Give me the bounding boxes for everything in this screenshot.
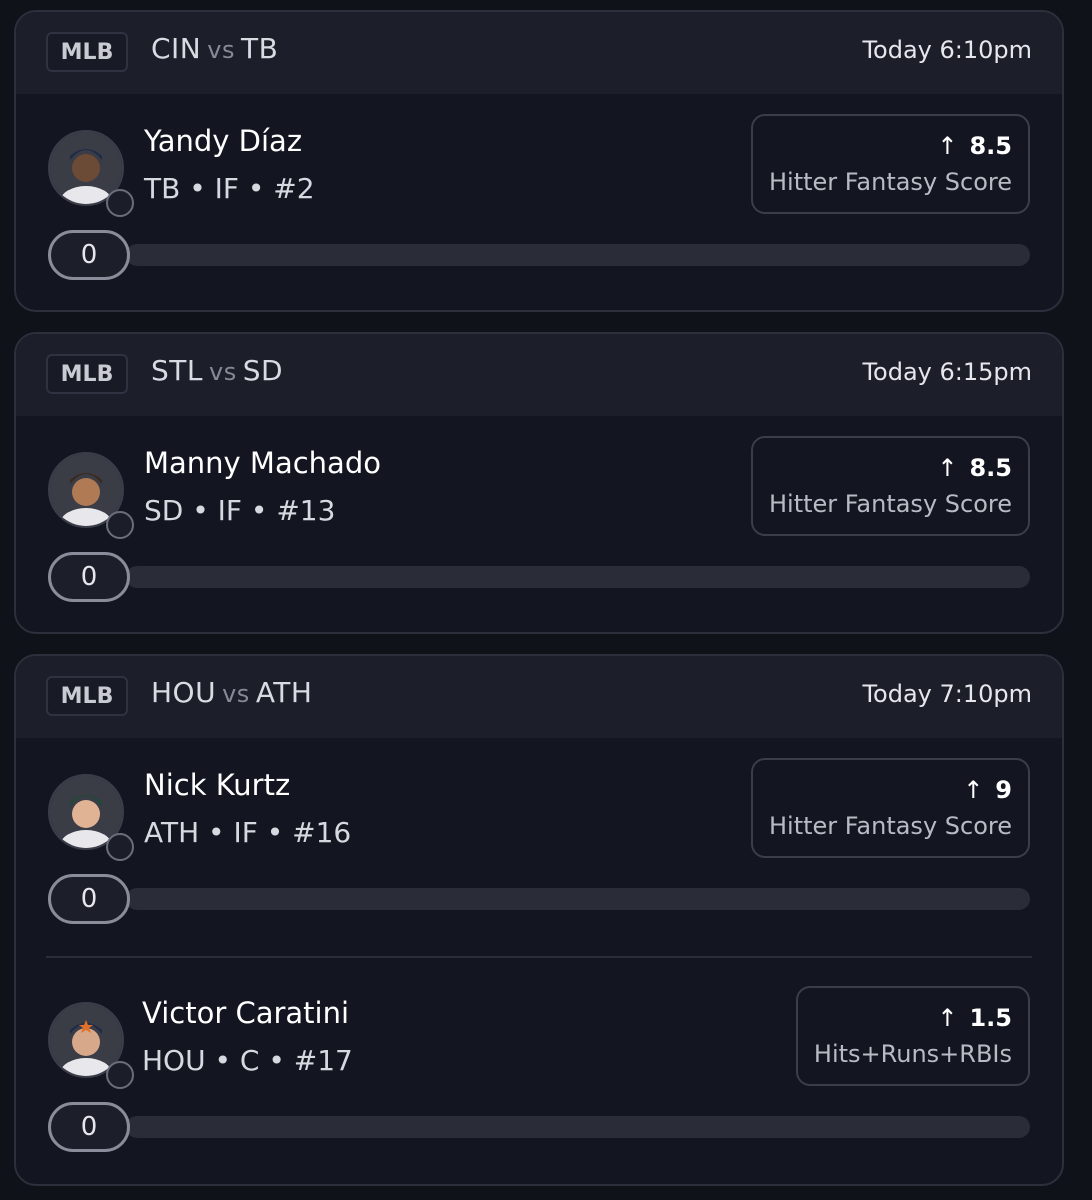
line-value: 9: [995, 776, 1012, 804]
line-value: 8.5: [969, 132, 1012, 160]
pick-row[interactable]: Victor Caratini HOU • C • #17 ↑ 1.5 Hits+…: [46, 956, 1032, 1184]
game-header: MLB CIN vs TB Today 6:10pm: [16, 12, 1062, 94]
progress-value: 0: [48, 1102, 130, 1152]
pick-row[interactable]: Yandy Díaz TB • IF • #2 ↑ 8.5 Hitter Fant…: [16, 94, 1062, 308]
projection-box[interactable]: ↑ 8.5 Hitter Fantasy Score: [751, 114, 1030, 214]
away-team: STL: [151, 354, 203, 387]
player-name: Yandy Díaz: [144, 124, 303, 158]
away-team: HOU: [151, 676, 217, 709]
arrow-up-icon: ↑: [937, 454, 958, 482]
home-team: SD: [242, 354, 284, 387]
progress-track: [126, 888, 1030, 910]
game-card[interactable]: MLB STL vs SD Today 6:15pm Manny Machado S…: [14, 332, 1064, 634]
game-header: MLB HOU vs ATH Today 7:10pm: [16, 656, 1062, 738]
stat-type: Hitter Fantasy Score: [769, 812, 1012, 840]
player-meta: ATH • IF • #16: [144, 816, 352, 849]
progress-value: 0: [48, 230, 130, 280]
matchup: STL vs SD: [151, 354, 283, 387]
progress-track: [126, 566, 1030, 588]
stat-type: Hitter Fantasy Score: [769, 490, 1012, 518]
game-header: MLB STL vs SD Today 6:15pm: [16, 334, 1062, 416]
player-meta: TB • IF • #2: [144, 172, 315, 205]
projection-box[interactable]: ↑ 1.5 Hits+Runs+RBIs: [795, 986, 1030, 1086]
clock-icon: [106, 1061, 134, 1089]
player-name: Victor Caratini: [142, 996, 350, 1030]
clock-icon: [106, 511, 134, 539]
arrow-up-icon: ↑: [937, 132, 958, 160]
league-badge: MLB: [46, 354, 128, 394]
progress-track: [126, 1116, 1030, 1138]
away-team: CIN: [151, 32, 202, 65]
player-meta: HOU • C • #17: [142, 1044, 353, 1077]
stat-type: Hitter Fantasy Score: [769, 168, 1012, 196]
player-meta: SD • IF • #13: [144, 494, 336, 527]
projection-line: ↑ 8.5: [769, 454, 1012, 482]
vs-label: vs: [208, 358, 237, 386]
matchup: HOU vs ATH: [151, 676, 312, 709]
projection-line: ↑ 8.5: [769, 132, 1012, 160]
game-time: Today 6:10pm: [862, 36, 1032, 64]
arrow-up-icon: ↑: [937, 1004, 958, 1032]
progress-value: 0: [48, 552, 130, 602]
stat-type: Hits+Runs+RBIs: [813, 1040, 1012, 1068]
progress-track: [126, 244, 1030, 266]
league-badge: MLB: [46, 676, 128, 716]
projection-box[interactable]: ↑ 8.5 Hitter Fantasy Score: [751, 436, 1030, 536]
player-name: Manny Machado: [144, 446, 381, 480]
player-name: Nick Kurtz: [144, 768, 291, 802]
projection-line: ↑ 9: [769, 776, 1012, 804]
league-badge: MLB: [46, 32, 128, 72]
progress-value: 0: [48, 874, 130, 924]
projection-line: ↑ 1.5: [814, 1004, 1012, 1032]
arrow-up-icon: ↑: [963, 776, 984, 804]
line-value: 1.5: [969, 1004, 1012, 1032]
home-team: ATH: [255, 676, 313, 709]
game-time: Today 6:15pm: [862, 358, 1032, 386]
game-time: Today 7:10pm: [862, 680, 1032, 708]
clock-icon: [106, 189, 134, 217]
clock-icon: [106, 833, 134, 861]
home-team: TB: [240, 32, 279, 65]
game-card[interactable]: MLB CIN vs TB Today 6:10pm Yandy Díaz TB •…: [14, 10, 1064, 312]
vs-label: vs: [207, 36, 235, 64]
projection-box[interactable]: ↑ 9 Hitter Fantasy Score: [751, 758, 1030, 858]
pick-row[interactable]: Nick Kurtz ATH • IF • #16 ↑ 9 Hitter Fant…: [16, 738, 1062, 956]
game-card[interactable]: MLB HOU vs ATH Today 7:10pm Nick Kurtz ATH…: [14, 654, 1064, 1186]
matchup: CIN vs TB: [151, 32, 278, 65]
vs-label: vs: [222, 680, 250, 708]
pick-row[interactable]: Manny Machado SD • IF • #13 ↑ 8.5 Hitter …: [16, 416, 1062, 630]
line-value: 8.5: [969, 454, 1012, 482]
